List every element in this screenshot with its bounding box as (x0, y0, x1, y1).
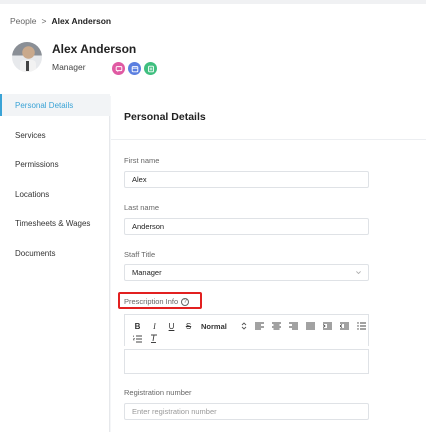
page-title: Personal Details (124, 111, 206, 123)
sidebar-item-permissions[interactable]: Permissions (0, 153, 110, 175)
profile-name: Alex Anderson (52, 42, 137, 56)
last-name-label: Last name (124, 203, 160, 212)
chat-icon[interactable] (112, 62, 125, 75)
profile-role: Manager (52, 62, 86, 72)
staff-title-select[interactable]: Manager (124, 264, 369, 281)
badge-group (112, 62, 157, 75)
sidebar-item-timesheets-wages[interactable]: Timesheets & Wages (0, 212, 110, 234)
calendar-icon[interactable] (128, 62, 141, 75)
breadcrumb-current: Alex Anderson (51, 16, 112, 26)
sidebar-item-documents[interactable]: Documents (0, 242, 110, 264)
align-justify-icon[interactable] (305, 322, 315, 330)
indent-icon[interactable] (322, 322, 332, 330)
rich-text-toolbar: B I U S Normal (124, 314, 369, 346)
align-left-icon[interactable] (254, 322, 264, 330)
strikethrough-button[interactable]: S (184, 321, 193, 331)
bold-button[interactable]: B (133, 321, 142, 331)
first-name-label: First name (124, 156, 160, 165)
chevron-down-icon (356, 271, 361, 275)
last-name-field[interactable]: Anderson (124, 218, 369, 235)
format-select[interactable]: Normal (201, 322, 247, 331)
prescription-editor[interactable] (124, 349, 369, 374)
underline-button[interactable]: U (167, 321, 176, 331)
outdent-icon[interactable] (339, 322, 349, 330)
highlight-box (118, 292, 202, 309)
staff-title-label: Staff Title (124, 250, 156, 259)
numbered-list-icon[interactable] (133, 335, 142, 343)
breadcrumb: People > Alex Anderson (10, 16, 111, 26)
first-name-field[interactable]: Alex (124, 171, 369, 188)
format-select-value: Normal (201, 321, 227, 331)
breadcrumb-separator: > (41, 16, 47, 26)
main-panel: Personal Details First name Alex Last na… (111, 94, 426, 432)
updown-icon (241, 322, 247, 330)
italic-button[interactable]: I (150, 321, 159, 331)
staff-title-value: Manager (132, 268, 162, 277)
registration-number-label: Registration number (124, 388, 192, 397)
align-center-icon[interactable] (271, 322, 281, 330)
divider (111, 139, 426, 140)
bullet-list-icon[interactable] (357, 322, 366, 330)
align-right-icon[interactable] (288, 322, 298, 330)
sidebar-item-locations[interactable]: Locations (0, 183, 110, 205)
sidebar-item-services[interactable]: Services (0, 124, 110, 146)
document-icon[interactable] (144, 62, 157, 75)
sidebar-item-personal-details[interactable]: Personal Details (0, 94, 110, 116)
registration-number-input[interactable]: Enter registration number (124, 403, 369, 420)
sidebar: Personal Details Services Permissions Lo… (0, 94, 110, 432)
avatar (12, 42, 42, 72)
clear-format-icon[interactable] (150, 334, 159, 343)
breadcrumb-people-link[interactable]: People (10, 16, 36, 26)
profile-header: People > Alex Anderson Alex Anderson Man… (0, 4, 426, 96)
